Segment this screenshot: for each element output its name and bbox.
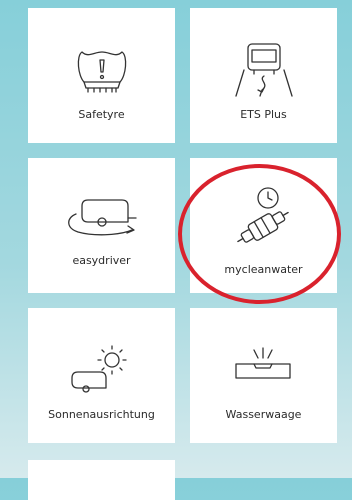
tile-wasserwaage[interactable]: Wasserwaage	[190, 308, 337, 443]
tile-ets-plus[interactable]: ETS Plus	[190, 8, 337, 143]
tile-easydriver[interactable]: easydriver	[28, 158, 175, 293]
tile-label: easydriver	[72, 254, 131, 267]
tile-label: Safetyre	[78, 108, 125, 121]
spirit-level-icon	[235, 347, 291, 379]
caravan-sun-icon	[71, 345, 127, 393]
tile-partial[interactable]	[28, 460, 175, 500]
tile-safetyre[interactable]: Safetyre	[28, 8, 175, 143]
tile-sonnenausrichtung[interactable]: Sonnenausrichtung	[28, 308, 175, 443]
tile-mycleanwater[interactable]: mycleanwater	[190, 158, 337, 293]
tile-label: ETS Plus	[240, 108, 287, 121]
tile-label: Wasserwaage	[225, 408, 302, 421]
tile-label: mycleanwater	[224, 263, 303, 276]
water-filter-clock-icon	[237, 187, 289, 243]
caravan-road-icon	[235, 43, 293, 97]
caravan-rotate-icon	[68, 199, 137, 236]
tile-label: Sonnenausrichtung	[48, 408, 155, 421]
tyre-warning-icon	[77, 51, 127, 93]
